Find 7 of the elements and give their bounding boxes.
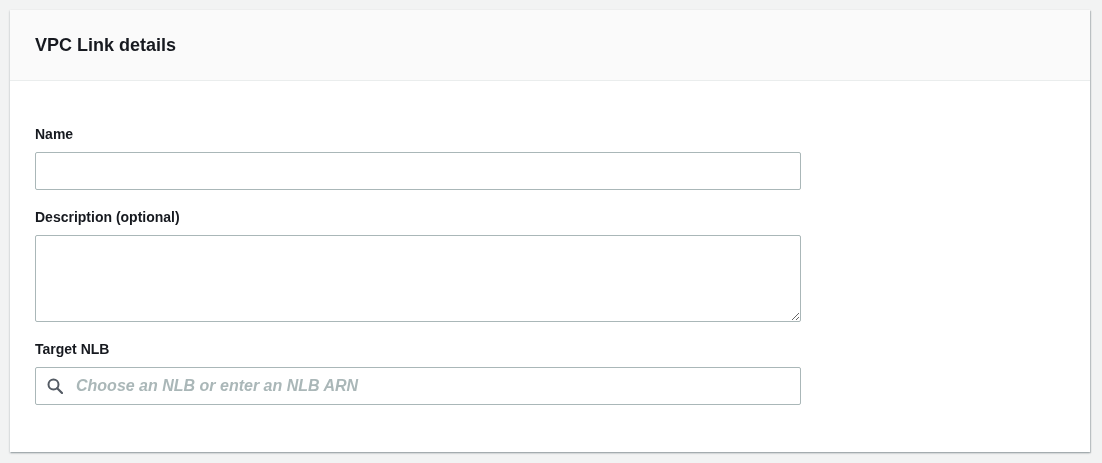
field-label: Name: [35, 125, 75, 143]
description-field[interactable]: [35, 235, 801, 322]
field-label: Description (optional): [35, 208, 181, 226]
field-label: Target NLB: [35, 340, 111, 358]
search-field[interactable]: Choose an NLB or enter an NLB ARN: [35, 367, 801, 405]
name-field[interactable]: [35, 152, 801, 190]
panel-title: VPC Link details: [35, 34, 177, 56]
